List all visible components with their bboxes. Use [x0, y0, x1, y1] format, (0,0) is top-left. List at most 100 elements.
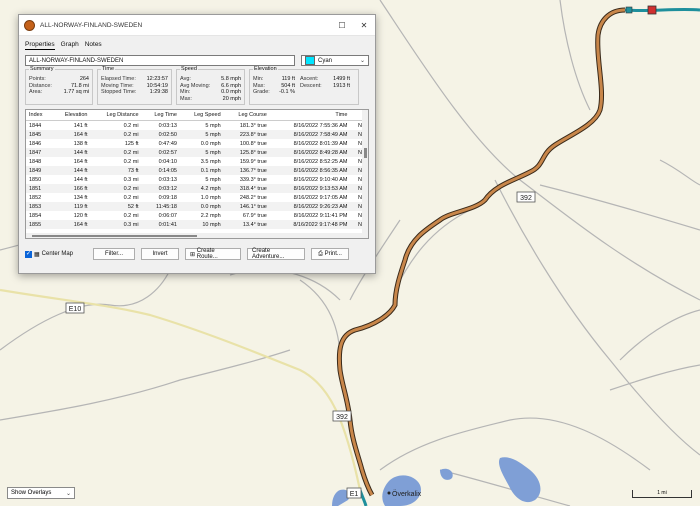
cell-time: 8/16/2022 9:26:23 AM	[269, 202, 351, 211]
stat-label: Grade:	[253, 89, 270, 95]
cell-elevation: 120 ft	[73, 212, 88, 219]
cell-elevation: 144 ft	[73, 176, 88, 183]
cell-leg-distance: 0.2 mi	[90, 130, 142, 139]
create-route-label: Create Route...	[196, 248, 218, 260]
table-row[interactable]: 1849 144 ft 73 ft 0:14:05 0.1 mph 136.7° true…	[26, 166, 368, 175]
chevron-down-icon: ⌄	[65, 490, 71, 497]
road-shield-label: 392	[336, 414, 348, 421]
track-name-input[interactable]: ALL-NORWAY-FINLAND-SWEDEN	[25, 55, 295, 66]
stat-label: Descent:	[300, 82, 322, 89]
cell-leg-speed: 2.2 mph	[200, 212, 221, 219]
stat-label: Stopped Time:	[101, 89, 137, 95]
col-leg-course-header[interactable]: Leg Course	[223, 110, 270, 121]
cell-leg-distance: 0.2 mi	[123, 158, 139, 165]
track-properties-window: ALL-NORWAY-FINLAND-SWEDEN ☐ ✕ Properties…	[18, 14, 376, 274]
cell-leg-speed: 4.2 mph	[179, 184, 224, 193]
window-title: ALL-NORWAY-FINLAND-SWEDEN	[40, 21, 143, 29]
horizontal-scrollbar[interactable]	[26, 233, 368, 238]
cell-leg-speed: 0.1 mph	[179, 166, 224, 175]
cell-leg-distance: 0.2 mi	[90, 184, 142, 193]
stat-value: 1:29:38	[149, 89, 168, 95]
cell-index: 1847	[26, 148, 53, 157]
stat-value: 1.77 sq mi	[63, 89, 89, 95]
center-map-label: Center Map	[41, 251, 74, 257]
table-row[interactable]: 1850 144 ft 0.3 mi 0:03:13 5 mph 339.3° true 8…	[26, 175, 368, 184]
cell-index: 1854	[29, 212, 42, 219]
table-row[interactable]: 1855 164 ft 0.3 mi 0:01:41 10 mph 13.4° true 8…	[26, 220, 368, 229]
elevation-group: Elevation Min: 119 ft Max: 504 ft Grade: -0…	[249, 66, 359, 105]
cell-leg-time: 0:04:10	[158, 158, 177, 165]
scroll-thumb[interactable]	[364, 148, 367, 158]
cell-time: 8/16/2022 9:13:53 AM	[269, 184, 351, 193]
filter-button[interactable]: Filter...	[93, 248, 136, 260]
cell-index: 1853	[26, 202, 53, 211]
tab-graph[interactable]: Graph	[61, 40, 79, 50]
create-route-button[interactable]: ⊞ Create Route...	[185, 248, 242, 260]
cell-time: 8/16/2022 8:52:25 AM	[293, 158, 348, 165]
maximize-button[interactable]: ☐	[331, 15, 353, 35]
cell-leg-course: 223.8° true	[223, 130, 270, 139]
col-index-header[interactable]: Index	[26, 110, 53, 121]
chevron-down-icon: ⌄	[359, 58, 365, 64]
table-row[interactable]: 1846 138 ft 125 ft 0:47:49 0.0 mph 100.8° tru…	[26, 139, 368, 148]
cell-time: 8/16/2022 8:49:28 AM	[269, 148, 351, 157]
printer-icon: ⎙	[318, 250, 323, 257]
color-select[interactable]: Cyan ⌄	[301, 55, 369, 66]
table-row[interactable]: 1851 166 ft 0.2 mi 0:03:12 4.2 mph 318.4° tru…	[26, 184, 368, 193]
cell-leg-time: 11:45:18	[141, 202, 180, 211]
cell-leg-speed: 0.0 mph	[200, 140, 221, 147]
table-row[interactable]: 1844 141 ft 0.2 mi 0:03:13 5 mph 181.3° true 8…	[26, 121, 368, 131]
cell-leg-course: 318.4° true	[223, 184, 270, 193]
col-leg-distance-header[interactable]: Leg Distance	[90, 110, 142, 121]
checkmark-icon: ✓	[25, 250, 32, 258]
group-label: Time	[101, 66, 116, 72]
road-shield-label: E1	[350, 491, 359, 498]
print-button[interactable]: ⎙ Print...	[311, 248, 350, 260]
center-map-checkbox[interactable]: ✓ ▦ Center Map	[25, 250, 74, 258]
stat-value: 1913 ft	[333, 82, 350, 89]
col-elevation-header[interactable]: Elevation	[52, 110, 91, 121]
waypoint-marker[interactable]	[647, 5, 657, 15]
create-adventure-button[interactable]: Create Adventure...	[247, 248, 306, 260]
cell-leg-distance: 0.2 mi	[123, 212, 139, 219]
scroll-thumb[interactable]	[32, 235, 197, 237]
table-row[interactable]: 1847 144 ft 0.2 mi 0:02:57 5 mph 125.8° true 8…	[26, 148, 368, 157]
col-leg-speed-header[interactable]: Leg Speed	[179, 110, 224, 121]
cell-leg-time: 0:14:05	[141, 166, 180, 175]
tab-notes[interactable]: Notes	[85, 40, 102, 50]
table-row[interactable]: 1853 119 ft 52 ft 11:45:18 0.0 mph 146.1° tru…	[26, 202, 368, 211]
cell-leg-distance: 73 ft	[90, 166, 142, 175]
cell-leg-course: 136.7° true	[223, 166, 270, 175]
tab-properties[interactable]: Properties	[25, 40, 55, 50]
cell-elevation: 138 ft	[73, 140, 88, 147]
vertical-scrollbar[interactable]	[362, 110, 368, 238]
cell-leg-course: 125.8° true	[223, 148, 270, 157]
cell-time: 8/16/2022 7:58:49 AM	[269, 130, 351, 139]
cell-elevation: 164 ft	[73, 158, 88, 165]
cell-leg-distance: 125 ft	[124, 140, 139, 147]
table-row[interactable]: 1854 120 ft 0.2 mi 0:06:07 2.2 mph 67.9° true…	[26, 211, 368, 220]
window-titlebar[interactable]: ALL-NORWAY-FINLAND-SWEDEN ☐ ✕	[19, 15, 375, 36]
app-icon	[24, 19, 35, 31]
close-button[interactable]: ✕	[353, 15, 375, 35]
road-shield-e10: E10	[65, 302, 85, 314]
col-leg-time-header[interactable]: Leg Time	[141, 110, 180, 121]
cell-leg-time: 0:01:41	[141, 220, 180, 229]
show-overlays-select[interactable]: Show Overlays ⌄	[7, 487, 75, 499]
cell-leg-course: 159.9° true	[239, 158, 267, 165]
color-swatch	[305, 56, 315, 65]
table-row[interactable]: 1852 134 ft 0.2 mi 0:09:18 1.0 mph 248.2° tru…	[26, 193, 368, 202]
teal-track-north[interactable]	[624, 7, 700, 13]
table-row[interactable]: 1845 164 ft 0.2 mi 0:02:50 5 mph 223.8° true 8…	[26, 130, 368, 139]
cell-leg-time: 0:03:13	[158, 122, 177, 129]
color-select-label: Cyan	[318, 57, 333, 64]
scale-label: 1 mi	[657, 490, 667, 496]
waypoint-marker[interactable]	[625, 6, 633, 14]
stat-label: Area:	[29, 89, 43, 95]
cell-leg-speed: 1.0 mph	[200, 194, 221, 201]
trackpoint-table[interactable]: Index Elevation Leg Distance Leg Time Le…	[25, 109, 369, 239]
table-row[interactable]: 1848 164 ft 0.2 mi 0:04:10 3.5 mph 159.9° tru…	[26, 157, 368, 166]
col-time-header[interactable]: Time	[269, 110, 351, 121]
cell-time: 8/16/2022 8:56:35 AM	[269, 166, 351, 175]
invert-button[interactable]: Invert	[141, 248, 180, 260]
